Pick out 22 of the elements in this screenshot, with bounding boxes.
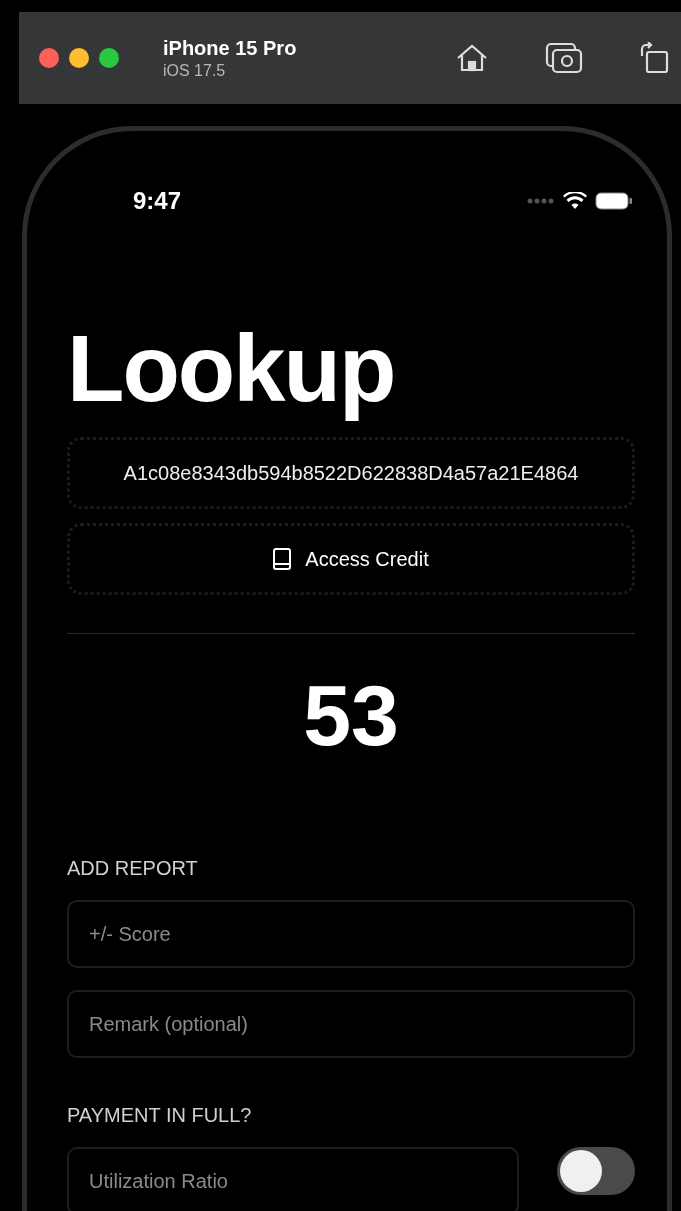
payment-toggle[interactable]	[557, 1147, 635, 1196]
zoom-window-button[interactable]	[99, 48, 119, 68]
os-version: iOS 17.5	[163, 61, 227, 80]
report-input-field[interactable]: +/- Score	[67, 900, 635, 969]
book-icon	[273, 548, 292, 570]
section-header: PAYMENT IN FULL?	[67, 1104, 253, 1128]
cellular-signal-icon	[527, 198, 555, 204]
report-input-field[interactable]: Remark (optional)	[67, 990, 635, 1059]
minimize-window-button[interactable]	[69, 48, 89, 68]
section-header: ADD REPORT	[67, 857, 199, 881]
address-field[interactable]: A1c08e8343db594b8522D622838D4a57a21E4864	[67, 437, 635, 509]
rotate-icon[interactable]	[639, 42, 669, 74]
device-name: iPhone 15 Pro	[163, 36, 297, 60]
home-icon[interactable]	[455, 43, 489, 73]
screenshot-icon[interactable]	[545, 42, 583, 74]
utilization-ratio-field[interactable]: Utilization Ratio	[67, 1147, 519, 1211]
credit-score: 53	[302, 666, 400, 765]
access-credit-button[interactable]: Access Credit	[67, 523, 635, 595]
wifi-icon	[563, 192, 587, 210]
battery-icon	[595, 192, 633, 210]
close-window-button[interactable]	[39, 48, 59, 68]
status-time: 9:47	[133, 187, 182, 215]
